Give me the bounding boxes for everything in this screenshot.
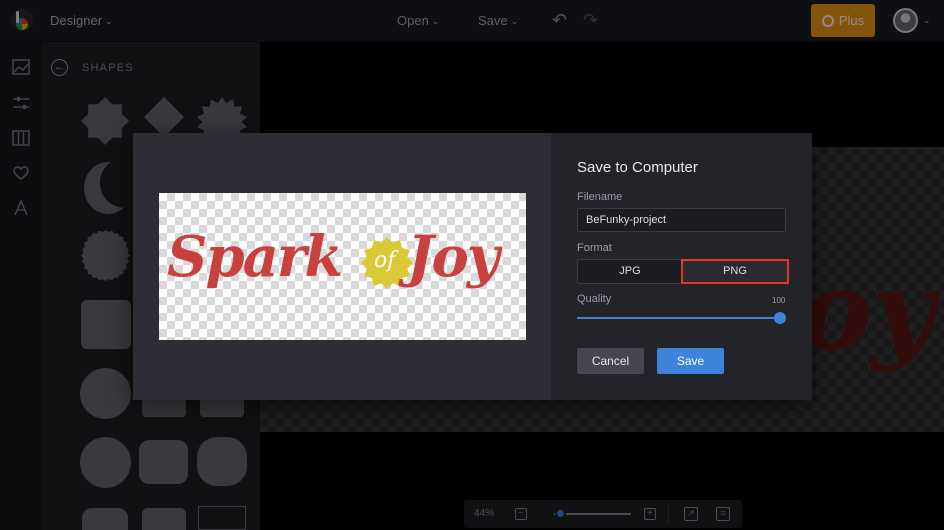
app-window: Designer ⌄ Open ⌄ Save ⌄ ↶ ↷ Plus ⌄ ← SH…: [0, 0, 944, 530]
filename-field[interactable]: BeFunky-project: [577, 208, 786, 232]
quality-label: Quality: [577, 293, 612, 305]
quality-value: 100: [772, 296, 786, 305]
preview-pane: Spark of Joy: [133, 133, 551, 400]
quality-slider-track[interactable]: [577, 317, 781, 319]
save-button[interactable]: Save: [657, 348, 724, 374]
save-to-computer-dialog: Spark of Joy Save to Computer Filename B…: [133, 133, 812, 400]
image-preview: Spark of Joy: [159, 193, 526, 340]
format-option-png[interactable]: PNG: [681, 259, 789, 284]
quality-slider-handle[interactable]: [774, 312, 786, 324]
dialog-title: Save to Computer: [577, 159, 698, 176]
format-label: Format: [577, 242, 612, 254]
artwork-word-joy: Joy: [407, 224, 499, 290]
format-option-jpg[interactable]: JPG: [578, 260, 682, 283]
artwork-word-of: of: [374, 248, 396, 273]
save-form: Save to Computer Filename BeFunky-projec…: [551, 133, 812, 400]
format-toggle: JPG PNG: [577, 259, 789, 284]
filename-label: Filename: [577, 191, 623, 203]
artwork-word-spark: Spark: [167, 224, 343, 290]
cancel-button[interactable]: Cancel: [577, 348, 644, 374]
